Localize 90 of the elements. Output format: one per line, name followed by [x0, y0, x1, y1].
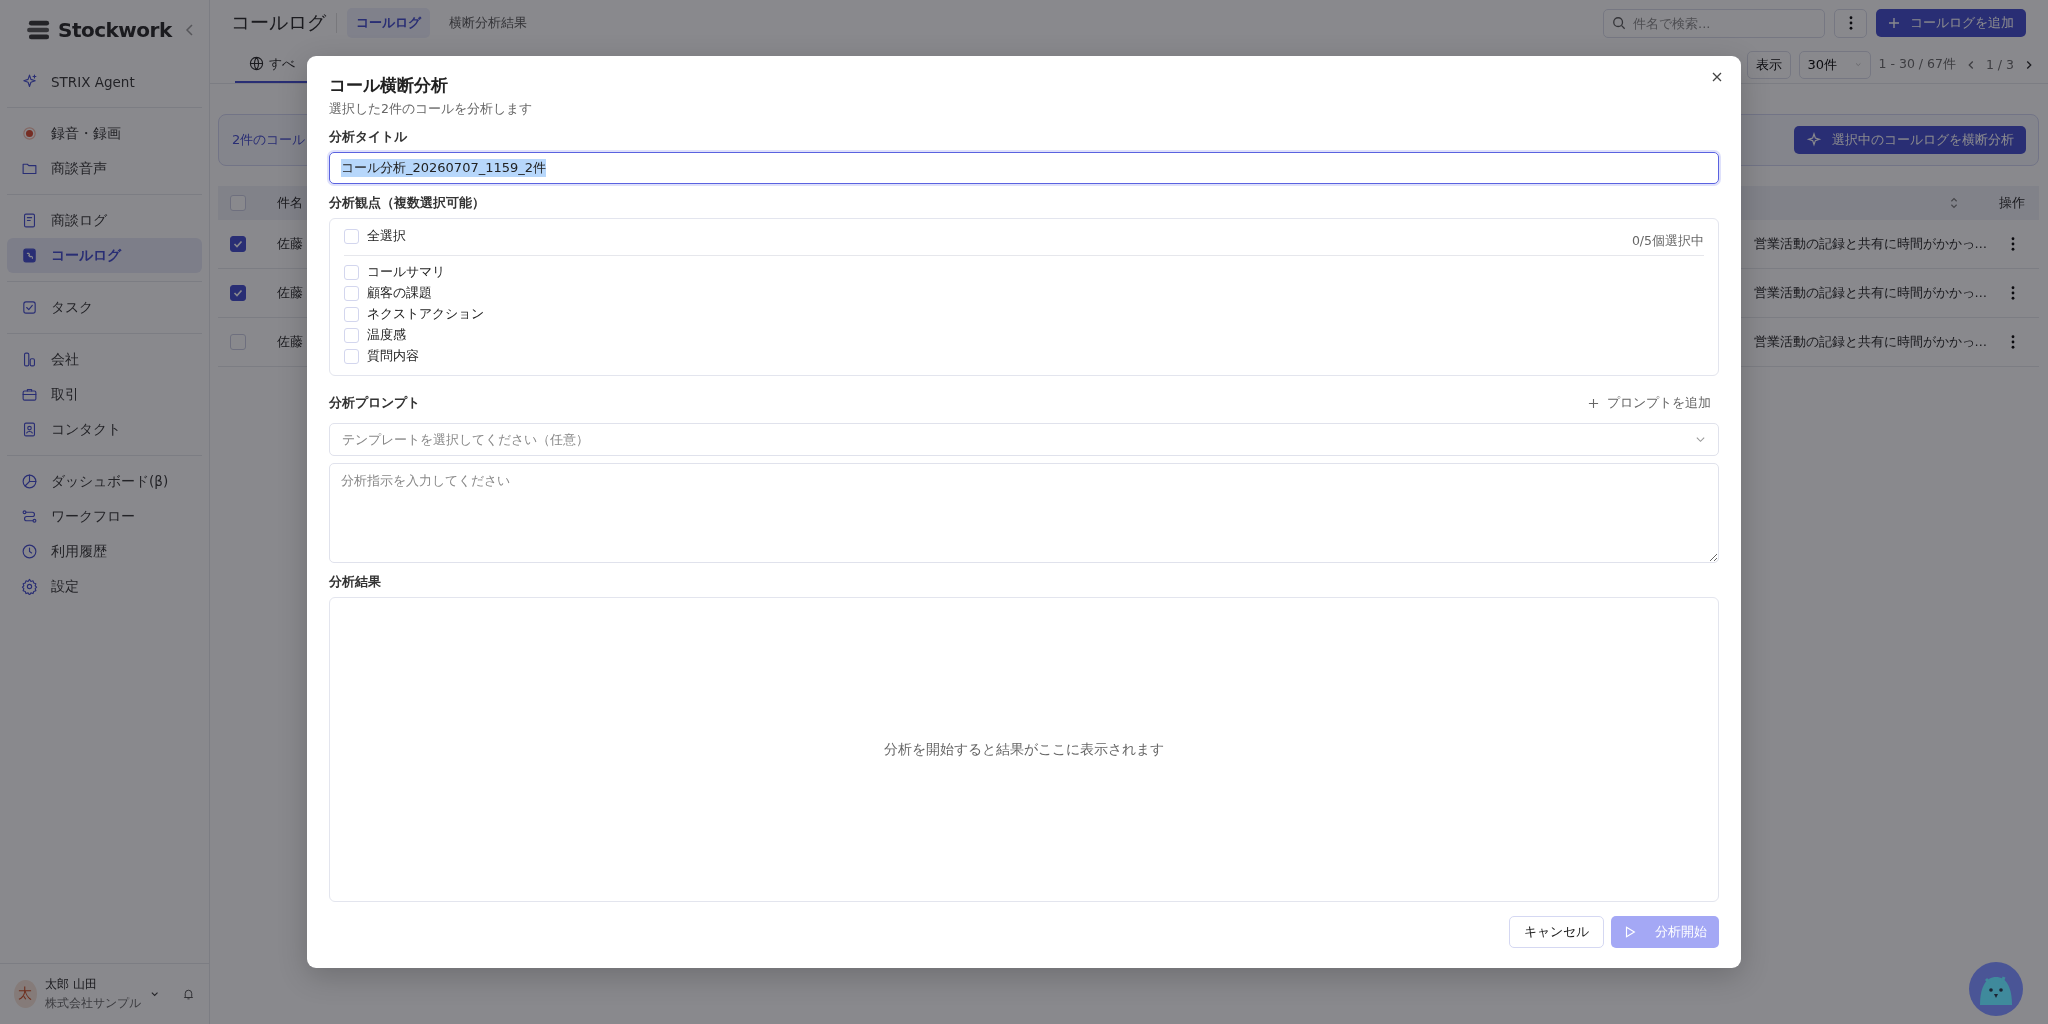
contact-card-icon: [21, 421, 38, 438]
page-range: 1 - 30 / 67件: [1878, 56, 1956, 73]
sidebar-item[interactable]: タスク: [7, 290, 202, 325]
select-all-checkbox[interactable]: 全選択: [344, 227, 406, 245]
pie-chart-icon: [21, 473, 38, 490]
row-checkbox[interactable]: [230, 285, 246, 301]
sidebar-item[interactable]: STRIX Agent: [7, 64, 202, 99]
more-icon[interactable]: [2011, 286, 2015, 300]
sparkle-icon: [1806, 132, 1822, 148]
workflow-icon: [21, 508, 38, 525]
sidebar-item[interactable]: 商談ログ: [7, 203, 202, 238]
header-tab[interactable]: コールログ: [347, 8, 430, 38]
dialog-subtitle: 選択した2件のコールを分析します: [329, 101, 532, 118]
settings-icon: [21, 578, 38, 595]
title-input-field[interactable]: コール分析_20260707_1159_2件: [329, 152, 1719, 184]
sidebar-item[interactable]: 取引: [7, 377, 202, 412]
user-avatar[interactable]: 太: [14, 980, 37, 1008]
chevron-down-icon: [1695, 434, 1706, 445]
column-header: 件名: [277, 194, 303, 212]
perspective-checkbox[interactable]: 温度感: [344, 326, 406, 344]
plus-icon: [1588, 397, 1599, 409]
selection-count: 0/5個選択中: [1631, 232, 1704, 250]
more-button[interactable]: [1834, 8, 1867, 38]
table-cell: 佐藤: [277, 284, 303, 302]
sort-icon[interactable]: [1949, 196, 1959, 210]
search-icon: [1612, 15, 1626, 30]
page-indicator: 1 / 3: [1985, 57, 2014, 72]
sidebar-item[interactable]: ワークフロー: [7, 499, 202, 534]
template-select[interactable]: テンプレートを選択してください（任意）: [329, 423, 1719, 456]
collapse-icon[interactable]: [185, 22, 195, 38]
cross-analysis-button[interactable]: 選択中のコールログを横断分析: [1794, 126, 2026, 154]
instruction-field[interactable]: 分析指示を入力してください: [329, 463, 1719, 563]
empty-state-text: 分析を開始すると結果がここに表示されます: [884, 740, 1164, 759]
add-prompt-button[interactable]: プロンプトを追加: [1580, 394, 1719, 412]
logo-text: Stockwork: [58, 18, 172, 42]
field-label: 分析観点（複数選択可能）: [329, 194, 485, 212]
row-checkbox[interactable]: [230, 236, 246, 252]
sidebar-item[interactable]: 設定: [7, 569, 202, 604]
phone-document-icon: [21, 247, 38, 264]
document-icon: [21, 212, 38, 229]
header-tab[interactable]: 横断分析結果: [440, 8, 536, 38]
close-icon[interactable]: [1711, 71, 1723, 83]
sidebar-item[interactable]: コンタクト: [7, 412, 202, 447]
view-tab-label: すべ: [269, 54, 295, 73]
table-cell: 営業活動の記録と共有に時間がかかっ…: [1753, 284, 1987, 302]
selection-text: 2件のコール: [232, 131, 306, 149]
briefcase-icon: [21, 386, 38, 403]
task-icon: [21, 299, 38, 316]
table-cell: 営業活動の記録と共有に時間がかかっ…: [1753, 333, 1987, 351]
check-icon: [232, 287, 244, 299]
more-icon[interactable]: [2011, 237, 2015, 251]
display-button[interactable]: 表示: [1746, 50, 1791, 79]
sidebar-item[interactable]: ダッシュボード(β): [7, 464, 202, 499]
sidebar-item[interactable]: コールログ: [7, 238, 202, 273]
table-cell: 佐藤: [277, 333, 303, 351]
play-icon: [1623, 925, 1637, 939]
page-title: コールログ: [231, 10, 326, 35]
cancel-button[interactable]: キャンセル: [1509, 916, 1604, 948]
perspective-checkbox[interactable]: ネクストアクション: [344, 305, 484, 323]
record-icon: [21, 125, 38, 142]
sidebar-item[interactable]: 録音・録画: [7, 116, 202, 151]
field-label: 分析タイトル: [329, 128, 407, 146]
perspective-checkbox[interactable]: コールサマリ: [344, 263, 445, 281]
select-all-checkbox[interactable]: [230, 195, 246, 211]
table-cell: 営業活動の記録と共有に時間がかかっ…: [1753, 235, 1987, 253]
page-size-select[interactable]: 30件: [1798, 50, 1871, 79]
add-call-log-button[interactable]: コールログを追加: [1876, 9, 2026, 37]
sidebar-item[interactable]: 商談音声: [7, 151, 202, 186]
dialog-title: コール横断分析: [329, 74, 448, 97]
perspective-checkbox[interactable]: 顧客の課題: [344, 284, 432, 302]
sidebar-item[interactable]: 利用履歴: [7, 534, 202, 569]
building-icon: [21, 351, 38, 368]
company-name: 株式会社サンプル: [44, 995, 141, 1012]
more-icon: [1848, 16, 1853, 30]
sparkle-icon: [21, 73, 38, 90]
column-header: 操作: [1999, 194, 2025, 212]
clock-icon: [21, 543, 38, 560]
user-name: 太郎 山田: [44, 976, 98, 993]
plus-icon: [1888, 17, 1900, 29]
perspective-checkbox[interactable]: 質問内容: [344, 347, 419, 365]
more-icon[interactable]: [2011, 335, 2015, 349]
owl-icon[interactable]: [1968, 961, 2024, 1017]
field-label: 分析プロンプト: [329, 394, 420, 412]
field-label: 分析結果: [329, 573, 381, 591]
search-field[interactable]: 件名で検索...: [1603, 8, 1825, 38]
globe-icon: [249, 56, 264, 71]
check-icon: [232, 238, 244, 250]
table-cell: 佐藤: [277, 235, 303, 253]
sidebar-item[interactable]: 会社: [7, 342, 202, 377]
logo-icon: [26, 19, 52, 41]
